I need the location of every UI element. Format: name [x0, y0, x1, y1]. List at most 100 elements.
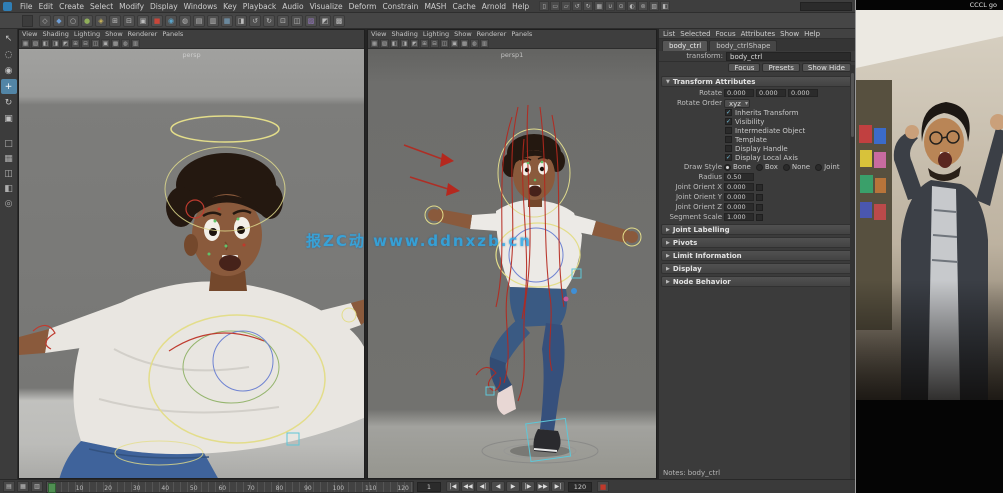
shelf-icon[interactable]: ◨ [235, 15, 247, 27]
attribute-editor-menu-item[interactable]: Show [780, 30, 799, 38]
viewport-toolbar-icon[interactable]: ◨ [400, 39, 409, 48]
attribute-value-field[interactable]: 1.000 [724, 213, 754, 221]
viewport-menu-item[interactable]: Renderer [128, 30, 158, 38]
shelf-tab-selector[interactable] [22, 15, 33, 27]
viewport-toolbar-icon[interactable]: ◍ [121, 39, 130, 48]
shelf-icon[interactable]: ○ [67, 15, 79, 27]
go-to-start-button[interactable]: |◀ [446, 481, 460, 492]
viewport-toolbar-icon[interactable]: ▩ [111, 39, 120, 48]
viewport-toolbar-icon[interactable]: ▥ [480, 39, 489, 48]
attribute-editor-menu-item[interactable]: Attributes [741, 30, 776, 38]
menu-item[interactable]: Constrain [379, 2, 421, 11]
new-scene-icon[interactable]: ▯ [539, 1, 549, 11]
viewport-toolbar-icon[interactable]: ⊞ [420, 39, 429, 48]
menu-item[interactable]: Arnold [479, 2, 509, 11]
menu-item[interactable]: Help [509, 2, 532, 11]
draw-style-radio[interactable]: None [783, 163, 810, 171]
snap-grid-icon[interactable]: ▦ [594, 1, 604, 11]
step-forward-button[interactable]: |▶ [521, 481, 535, 492]
menu-item[interactable]: Windows [181, 2, 220, 11]
shelf-icon[interactable]: ◆ [53, 15, 65, 27]
shelf-icon[interactable]: ▩ [333, 15, 345, 27]
viewport-menu-item[interactable]: View [371, 30, 386, 38]
redo-icon[interactable]: ↻ [583, 1, 593, 11]
draw-style-radio[interactable]: Joint [815, 163, 839, 171]
shelf-icon[interactable]: ◉ [165, 15, 177, 27]
viewport-toolbar-icon[interactable]: ◧ [390, 39, 399, 48]
select-tool[interactable]: ↖ [1, 31, 17, 46]
play-backwards-button[interactable]: ◀ [491, 481, 505, 492]
viewport-menu-item[interactable]: Shading [42, 30, 68, 38]
render-icon[interactable]: ▧ [649, 1, 659, 11]
viewport-toolbar-icon[interactable]: ◫ [91, 39, 100, 48]
paint-select-tool[interactable]: ◉ [1, 63, 17, 78]
viewport-toolbar-icon[interactable]: ◍ [470, 39, 479, 48]
save-scene-icon[interactable]: ▱ [561, 1, 571, 11]
go-to-end-button[interactable]: ▶| [551, 481, 565, 492]
undo-icon[interactable]: ↺ [572, 1, 582, 11]
menu-item[interactable]: Playback [240, 2, 279, 11]
single-pane-layout-button[interactable]: □ [1, 137, 17, 151]
checkbox-icon[interactable] [756, 194, 763, 201]
menu-item[interactable]: Modify [116, 2, 147, 11]
shelf-icon[interactable]: ▥ [207, 15, 219, 27]
play-forwards-button[interactable]: ▶ [506, 481, 520, 492]
menu-item[interactable]: Visualize [307, 2, 346, 11]
snap-point-icon[interactable]: ⊙ [616, 1, 626, 11]
rotate-x-field[interactable]: 0.000 [724, 89, 754, 97]
menu-item[interactable]: Deform [346, 2, 380, 11]
menu-item[interactable]: MASH [421, 2, 449, 11]
viewport-toolbar-icon[interactable]: ▣ [450, 39, 459, 48]
construction-history-icon[interactable]: ⊚ [638, 1, 648, 11]
open-scene-icon[interactable]: ▭ [550, 1, 560, 11]
attribute-editor-menu-item[interactable]: Selected [680, 30, 710, 38]
viewport-menu-item[interactable]: Lighting [423, 30, 449, 38]
two-pane-layout-button[interactable]: ◫ [1, 167, 17, 181]
shelf-icon[interactable]: ■ [151, 15, 163, 27]
section-transform-attributes[interactable]: Transform Attributes [661, 76, 853, 87]
render-settings-icon[interactable]: ◧ [660, 1, 670, 11]
viewport-toolbar-icon[interactable]: ▩ [460, 39, 469, 48]
anim-layer-button[interactable]: ▤ [3, 481, 15, 492]
scale-tool[interactable]: ▣ [1, 111, 17, 126]
outliner-persp-layout-button[interactable]: ◧ [1, 182, 17, 196]
focus-button[interactable]: Focus [728, 63, 760, 72]
checkbox-icon[interactable] [756, 184, 763, 191]
current-frame-field[interactable]: 1 [417, 482, 441, 492]
shelf-icon[interactable]: ▨ [305, 15, 317, 27]
shelf-icon[interactable]: ▤ [193, 15, 205, 27]
move-tool[interactable]: + [1, 79, 17, 94]
checkbox-icon[interactable] [756, 204, 763, 211]
rotate-order-select[interactable]: xyz [724, 99, 750, 108]
viewport-toolbar-icon[interactable]: ◩ [61, 39, 70, 48]
set-key-button[interactable]: ■ [597, 481, 609, 492]
step-back-button[interactable]: ◀| [476, 481, 490, 492]
viewport-toolbar-icon[interactable]: ⊞ [71, 39, 80, 48]
viewport-toolbar-icon[interactable]: ⊟ [81, 39, 90, 48]
viewport-menu-item[interactable]: Renderer [477, 30, 507, 38]
attribute-checkbox[interactable]: Display Local Axis [659, 153, 855, 162]
range-end-field[interactable]: 120 [568, 482, 592, 492]
graph-editor-button[interactable]: ▦ [17, 481, 29, 492]
collapsed-section-header[interactable]: Node Behavior [661, 276, 853, 287]
viewport-menu-item[interactable]: Shading [391, 30, 417, 38]
checkbox-icon[interactable] [756, 214, 763, 221]
shelf-icon[interactable]: ◈ [95, 15, 107, 27]
collapsed-section-header[interactable]: Pivots [661, 237, 853, 248]
attribute-checkbox[interactable]: Inherits Transform [659, 108, 855, 117]
node-tab[interactable]: body_ctrl [662, 40, 708, 51]
attribute-value-field[interactable]: 0.000 [724, 203, 754, 211]
reference-video-window[interactable]: CCCL go [855, 0, 1003, 493]
viewport-toolbar-icon[interactable]: ▦ [21, 39, 30, 48]
attribute-checkbox[interactable]: Intermediate Object [659, 126, 855, 135]
viewport-menu-item[interactable]: Lighting [74, 30, 100, 38]
viewport-toolbar-icon[interactable]: ◫ [440, 39, 449, 48]
shelf-icon[interactable]: ↺ [249, 15, 261, 27]
collapsed-section-header[interactable]: Display [661, 263, 853, 274]
attribute-checkbox[interactable]: Visibility [659, 117, 855, 126]
viewport-menu-item[interactable]: Panels [511, 30, 532, 38]
current-frame-marker[interactable] [48, 483, 56, 493]
next-key-button[interactable]: ▶▶ [536, 481, 550, 492]
attribute-editor-menu-item[interactable]: List [663, 30, 675, 38]
viewport-canvas-left[interactable]: persp [19, 49, 364, 478]
